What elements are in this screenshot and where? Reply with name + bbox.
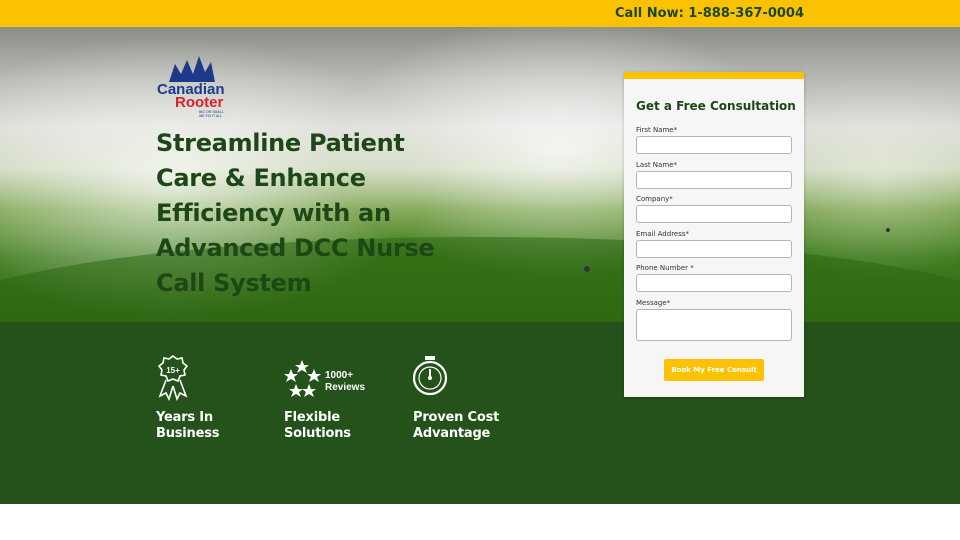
canadian-rooter-logo[interactable]: Canadian Rooter BIG OR SMALL WE FIX IT A… xyxy=(155,52,235,120)
company-input[interactable] xyxy=(636,205,792,223)
email-label: Email Address* xyxy=(636,230,690,238)
reviews-count: 1000+ xyxy=(325,370,353,381)
feature-cost-label: Proven Cost Advantage xyxy=(413,410,500,441)
stars-icon: 1000+ Reviews xyxy=(284,360,365,397)
feature-years-label: Years In Business xyxy=(156,410,220,441)
email-input[interactable] xyxy=(636,240,792,258)
last-name-label: Last Name* xyxy=(636,161,677,169)
award-ribbon-icon: 15+ xyxy=(157,355,189,402)
call-now-link[interactable]: Call Now: 1-888-367-0004 xyxy=(615,6,804,21)
top-bar: Call Now: 1-888-367-0004 xyxy=(0,0,960,27)
stopwatch-icon xyxy=(413,356,448,396)
company-label: Company* xyxy=(636,195,673,203)
consultation-form: Get a Free Consultation First Name* Last… xyxy=(624,72,804,397)
last-name-input[interactable] xyxy=(636,171,792,189)
message-textarea[interactable] xyxy=(636,309,792,341)
form-title: Get a Free Consultation xyxy=(636,99,796,113)
years-badge: 15+ xyxy=(166,366,180,375)
book-consult-button[interactable]: Book My Free Consult xyxy=(664,359,764,381)
logo-line2: Rooter xyxy=(175,94,223,111)
feature-reviews-label: Flexible Solutions xyxy=(284,410,351,441)
feature-cost: Proven Cost Advantage xyxy=(413,354,523,442)
first-name-label: First Name* xyxy=(636,126,678,134)
logo-tagline2: WE FIX IT ALL xyxy=(199,114,222,118)
feature-years: 15+ Years In Business xyxy=(156,354,266,442)
first-name-input[interactable] xyxy=(636,136,792,154)
sprinkler-lawn-background xyxy=(0,27,960,322)
message-label: Message* xyxy=(636,299,671,307)
phone-label: Phone Number * xyxy=(636,264,694,272)
hero-headline: Streamline Patient Care & Enhance Effici… xyxy=(156,129,435,297)
feature-reviews: 1000+ Reviews Flexible Solutions xyxy=(284,354,394,442)
hero-section xyxy=(0,27,960,322)
reviews-word: Reviews xyxy=(325,382,365,393)
phone-input[interactable] xyxy=(636,274,792,292)
